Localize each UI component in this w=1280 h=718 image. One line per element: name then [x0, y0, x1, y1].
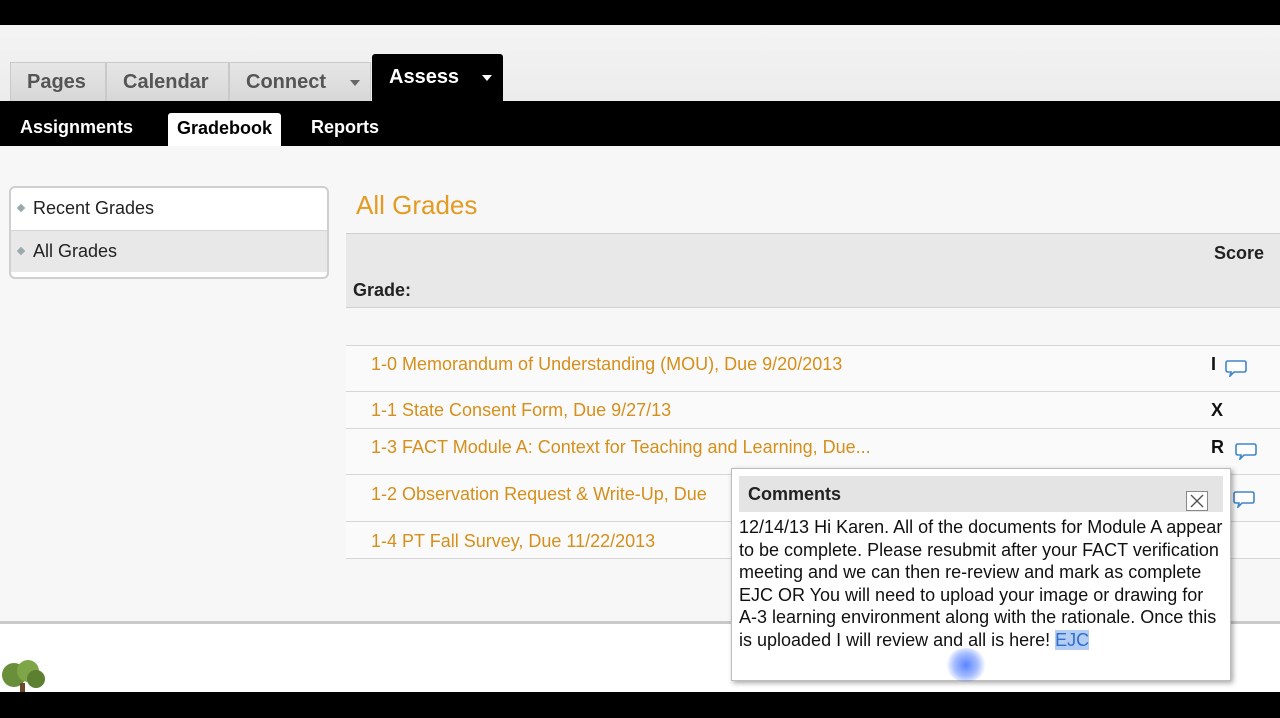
menu-item-all-grades[interactable]: All Grades — [11, 230, 327, 272]
close-icon — [1190, 494, 1204, 508]
comments-popup-title: Comments — [748, 484, 842, 504]
app-window: Pages Calendar Connect Assess Assignment… — [0, 25, 1280, 692]
close-button[interactable] — [1186, 491, 1208, 511]
subnav-reports[interactable]: Reports — [311, 101, 379, 146]
comments-popup-header: Comments — [739, 476, 1223, 512]
assignment-link[interactable]: 1-4 PT Fall Survey, Due 11/22/2013 — [371, 531, 655, 552]
gradebook-menu: Recent Grades All Grades — [9, 186, 329, 279]
tree-logo-icon — [2, 660, 45, 692]
comment-body: 12/14/13 Hi Karen. All of the documents … — [739, 517, 1223, 650]
grade-score: R — [1211, 437, 1224, 457]
score-column-header: Score — [1213, 243, 1264, 263]
comments-popup: Comments 12/14/13 Hi Karen. All of the d… — [731, 468, 1231, 681]
caret-down-icon[interactable] — [482, 75, 492, 81]
bullet-icon — [16, 246, 26, 256]
tab-pages[interactable]: Pages — [10, 62, 106, 101]
menu-item-label: Recent Grades — [33, 198, 155, 218]
page-title: All Grades — [356, 190, 478, 220]
assignment-link[interactable]: 1-0 Memorandum of Understanding (MOU), D… — [371, 354, 842, 375]
grade-score: X — [1211, 400, 1224, 420]
tab-assess-label: Assess — [389, 66, 460, 88]
speech-bubble-icon[interactable] — [1235, 442, 1257, 460]
tab-calendar-label: Calendar — [123, 71, 209, 93]
tab-pages-label: Pages — [27, 71, 86, 93]
assess-subnav: Assignments Gradebook Reports — [0, 101, 1280, 146]
table-row: 1-0 Memorandum of Understanding (MOU), D… — [346, 345, 1280, 391]
comment-text: 12/14/13 Hi Karen. All of the documents … — [739, 516, 1225, 651]
selected-text[interactable]: EJC — [1055, 629, 1090, 650]
subnav-gradebook[interactable]: Gradebook — [168, 113, 282, 146]
speech-bubble-icon[interactable] — [1225, 359, 1247, 377]
table-row: 1-1 State Consent Form, Due 9/27/13 X — [346, 391, 1280, 428]
menu-item-label: All Grades — [33, 241, 118, 261]
tab-connect-label: Connect — [246, 71, 326, 93]
grade-group-header: Grade: — [346, 271, 1280, 308]
bullet-icon — [16, 203, 26, 213]
speech-bubble-icon[interactable] — [1233, 490, 1255, 508]
assignment-link[interactable]: 1-2 Observation Request & Write-Up, Due — [371, 484, 707, 505]
assignment-link[interactable]: 1-1 State Consent Form, Due 9/27/13 — [371, 400, 671, 421]
main-tab-strip: Pages Calendar Connect Assess — [0, 25, 1280, 101]
tab-calendar[interactable]: Calendar — [106, 62, 229, 101]
menu-item-recent-grades[interactable]: Recent Grades — [11, 188, 327, 230]
grade-score: I — [1211, 354, 1217, 374]
assignment-link[interactable]: 1-3 FACT Module A: Context for Teaching … — [371, 437, 871, 458]
tab-assess[interactable]: Assess — [372, 54, 503, 101]
cursor-highlight — [946, 648, 986, 682]
grades-table-header: Score — [346, 233, 1280, 272]
grade-group-label: Grade: — [353, 280, 412, 300]
tab-connect[interactable]: Connect — [229, 62, 371, 101]
caret-down-icon[interactable] — [350, 80, 360, 86]
subnav-assignments[interactable]: Assignments — [20, 101, 133, 146]
